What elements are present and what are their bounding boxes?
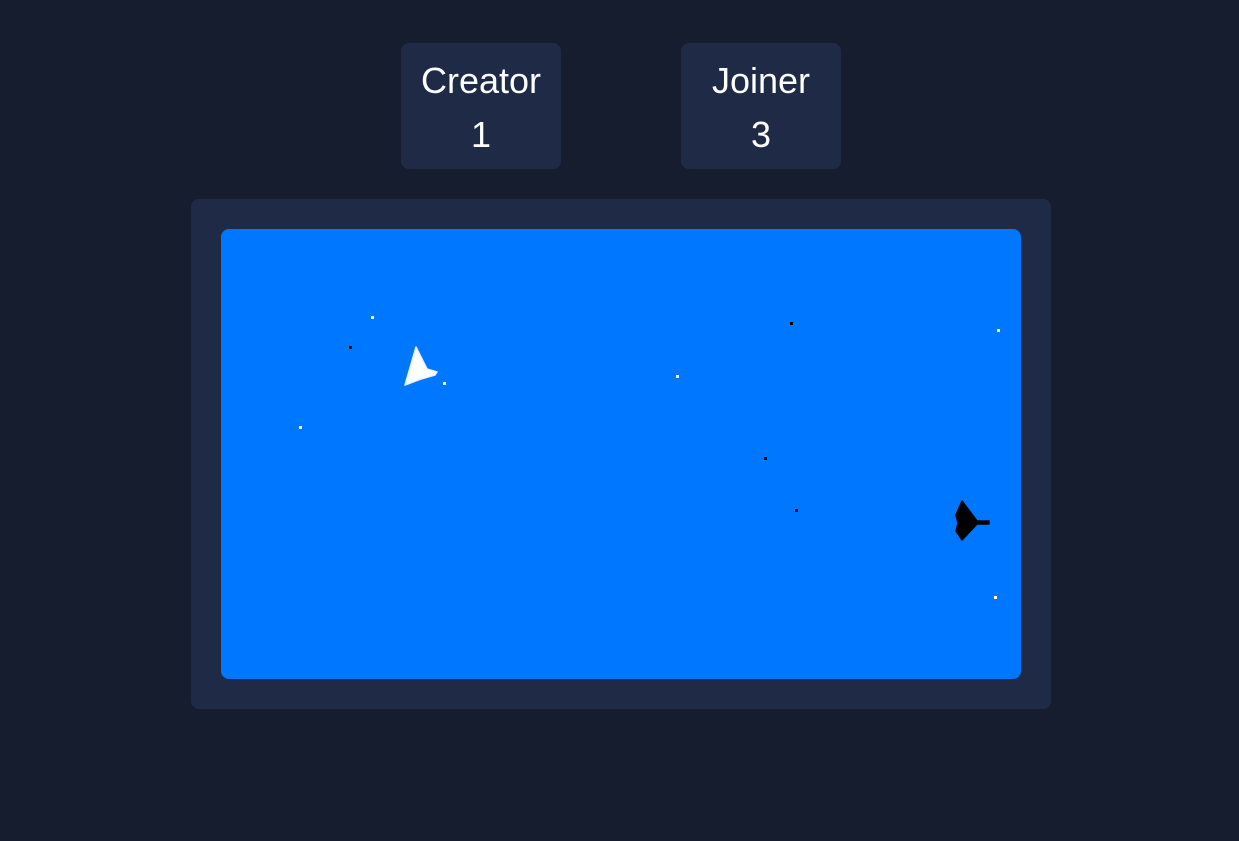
arena-frame [191,199,1051,709]
projectile-black [764,457,767,460]
arena-canvas[interactable] [221,229,1021,679]
creator-name: Creator [420,60,542,101]
projectile-white [371,316,374,319]
joiner-score: 3 [750,114,772,155]
joiner-score-card: Joiner 3 [681,43,841,169]
projectile-black [349,346,352,349]
creator-score: 1 [470,114,492,155]
projectile-white [997,329,1000,332]
projectile-black [795,509,798,512]
projectile-white [299,426,302,429]
joiner-name: Joiner [711,60,811,101]
projectile-black [790,322,793,325]
game-arena[interactable] [221,229,1021,679]
creator-score-card: Creator 1 [401,43,561,169]
projectile-white [676,375,679,378]
arena-background [221,229,1021,679]
projectile-white [994,596,997,599]
projectile-white [443,382,446,385]
scoreboard: Creator 1 Joiner 3 [0,43,1239,169]
